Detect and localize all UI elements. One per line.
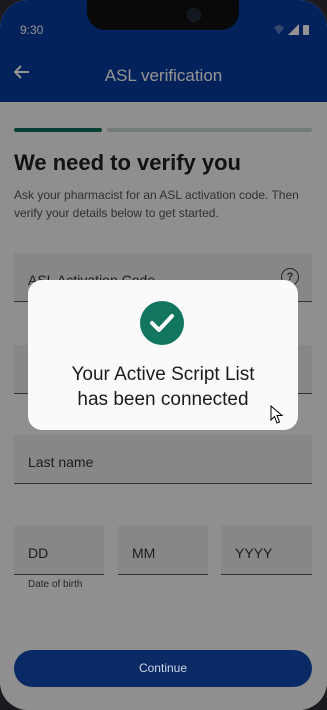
success-dialog: Your Active Script List has been connect… xyxy=(28,280,298,430)
phone-screen: 9:30 ASL verification We need to verify … xyxy=(0,0,327,710)
check-circle-icon xyxy=(140,301,184,345)
success-message: Your Active Script List has been connect… xyxy=(28,362,298,412)
continue-button[interactable]: Continue xyxy=(14,650,312,687)
success-message-line-2: has been connected xyxy=(77,389,249,410)
mouse-cursor-icon xyxy=(270,404,284,430)
success-message-line-1: Your Active Script List xyxy=(71,364,255,385)
